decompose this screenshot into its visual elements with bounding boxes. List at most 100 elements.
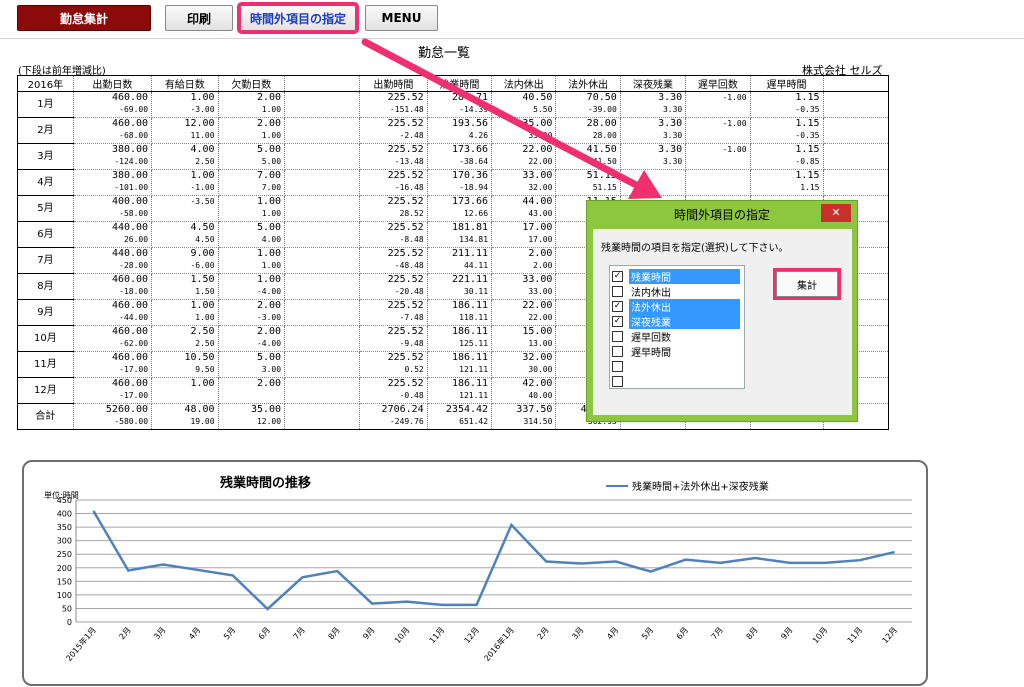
- y-tick-label: 150: [57, 577, 72, 586]
- value-prev-diff: -16.48: [394, 183, 424, 192]
- value-cell: 33.00 33.00: [491, 273, 557, 300]
- value-cell: 225.52 -8.48: [359, 221, 428, 248]
- value-prev-diff: 9.50: [195, 365, 215, 374]
- overtime-items-button[interactable]: 時間外項目の指定: [240, 5, 356, 31]
- value-main: 35.00: [522, 118, 553, 129]
- value-main: 225.52: [387, 196, 424, 207]
- month-cell: 3月: [17, 143, 74, 170]
- list-item[interactable]: ✓ 深夜残業: [612, 314, 740, 329]
- value-cell: 1.15 -0.35: [750, 117, 824, 144]
- x-tick-label: 9月: [779, 626, 794, 642]
- value-cell: [284, 169, 361, 196]
- item-checkbox[interactable]: [612, 331, 623, 342]
- value-cell: 2.00 1.00: [218, 117, 286, 144]
- overtime-item-list[interactable]: ✓ 残業時間 法内休出 ✓ 法外休出 ✓ 深夜残業 遅早回数遅早時間: [609, 265, 745, 389]
- item-checkbox[interactable]: [612, 286, 623, 297]
- month-cell: 11月: [17, 351, 74, 378]
- value-cell: 225.52 -16.48: [359, 169, 428, 196]
- item-checkbox[interactable]: ✓: [612, 301, 623, 312]
- value-cell: 225.52 -20.48: [359, 273, 428, 300]
- x-tick-label: 10月: [393, 626, 412, 646]
- table-row: 2月 460.00 -68.00 12.00 11.00 2.00 1.00 225.52 -2…: [17, 117, 889, 144]
- calc-button[interactable]: 集計: [776, 271, 838, 297]
- list-item[interactable]: [612, 374, 740, 389]
- value-prev-diff: 118.11: [459, 313, 489, 322]
- value-prev-diff: 4.50: [195, 235, 215, 244]
- value-prev-diff: -1.00: [722, 93, 747, 102]
- value-main: 1.00: [256, 248, 282, 259]
- month-cell: 9月: [17, 299, 74, 326]
- close-icon[interactable]: ✕: [821, 204, 851, 222]
- value-prev-diff: 7.00: [261, 183, 282, 192]
- list-item[interactable]: 遅早時間: [612, 344, 740, 359]
- value-main: 2.00: [256, 326, 282, 337]
- value-prev-diff: 1.15: [800, 183, 820, 192]
- value-prev-diff: 5.00: [261, 157, 282, 166]
- value-prev-diff: -124.00: [114, 157, 149, 166]
- value-main: 5260.00: [105, 404, 149, 415]
- value-prev-diff: 3.00: [261, 365, 282, 374]
- column-header: [284, 75, 361, 92]
- value-cell: 2.00 -4.00: [218, 325, 286, 352]
- month-cell: 10月: [17, 325, 74, 352]
- line-chart: 0 50 100 150 200 250 300 350 400 450 2015年1月 2月 3月 4月…: [57, 496, 912, 663]
- value-cell: 1.15 1.15: [750, 169, 824, 196]
- value-main: 221.11: [451, 274, 489, 285]
- list-item[interactable]: ✓ 残業時間: [612, 269, 740, 284]
- value-main: 10.50: [184, 352, 215, 363]
- kintai-summary-button[interactable]: 勤怠集計: [17, 5, 151, 31]
- value-cell: 1.00 1.00: [151, 299, 219, 326]
- item-label: 遅早時間: [631, 348, 671, 359]
- value-main: 17.00: [522, 222, 553, 233]
- list-item[interactable]: ✓ 法外休出: [612, 299, 740, 314]
- item-checkbox[interactable]: ✓: [612, 316, 623, 327]
- x-tick-label: 11月: [846, 626, 865, 646]
- item-checkbox[interactable]: [612, 361, 623, 372]
- value-main: 12.00: [184, 118, 215, 129]
- value-main: 460.00: [111, 352, 149, 363]
- value-main: 186.11: [451, 352, 489, 363]
- value-main: 1.00: [256, 274, 282, 285]
- item-checkbox[interactable]: ✓: [612, 271, 623, 282]
- value-main: 186.11: [451, 378, 489, 389]
- item-checkbox[interactable]: [612, 346, 623, 357]
- value-cell: 460.00 -17.00: [73, 351, 153, 378]
- value-main: 225.52: [387, 118, 424, 129]
- value-main: 173.66: [451, 144, 489, 155]
- value-cell: 3.30 3.30: [620, 117, 687, 144]
- value-prev-diff: 40.00: [528, 391, 553, 400]
- value-main: 1.00: [256, 196, 282, 207]
- value-main: 170.36: [451, 170, 489, 181]
- value-prev-diff: -48.48: [394, 261, 424, 270]
- value-prev-diff: 33.00: [528, 287, 553, 296]
- value-main: 35.00: [250, 404, 282, 415]
- table-row: 1月 460.00 -69.00 1.00 -3.00 2.00 1.00 225.52 -15…: [17, 91, 889, 118]
- value-main: 225.52: [387, 378, 424, 389]
- item-checkbox[interactable]: [612, 376, 623, 387]
- value-cell: [823, 91, 889, 118]
- value-prev-diff: -1.00: [190, 183, 215, 192]
- value-main: 460.00: [111, 92, 149, 103]
- value-cell: 5260.00 -580.00: [73, 403, 153, 430]
- value-main: 460.00: [111, 326, 149, 337]
- value-cell: 33.00 32.00: [491, 169, 557, 196]
- print-button[interactable]: 印刷: [165, 5, 233, 31]
- column-header: 深夜残業: [620, 75, 687, 92]
- value-prev-diff: -6.00: [190, 261, 215, 270]
- value-main: 225.52: [387, 274, 424, 285]
- value-main: 5.00: [256, 352, 282, 363]
- list-item[interactable]: [612, 359, 740, 374]
- value-cell: 28.00 28.00: [555, 117, 621, 144]
- value-main: 1.15: [795, 144, 820, 155]
- value-prev-diff: 26.00: [123, 235, 149, 244]
- value-cell: [823, 117, 889, 144]
- y-tick-label: 100: [57, 591, 72, 600]
- value-prev-diff: -0.35: [795, 105, 820, 114]
- y-tick-label: 350: [57, 523, 72, 532]
- value-cell: 7.00 7.00: [218, 169, 286, 196]
- list-item[interactable]: 遅早回数: [612, 329, 740, 344]
- list-item[interactable]: 法内休出: [612, 284, 740, 299]
- value-prev-diff: 4.00: [261, 235, 282, 244]
- value-cell: 225.52 0.52: [359, 351, 428, 378]
- menu-button[interactable]: MENU: [365, 5, 438, 31]
